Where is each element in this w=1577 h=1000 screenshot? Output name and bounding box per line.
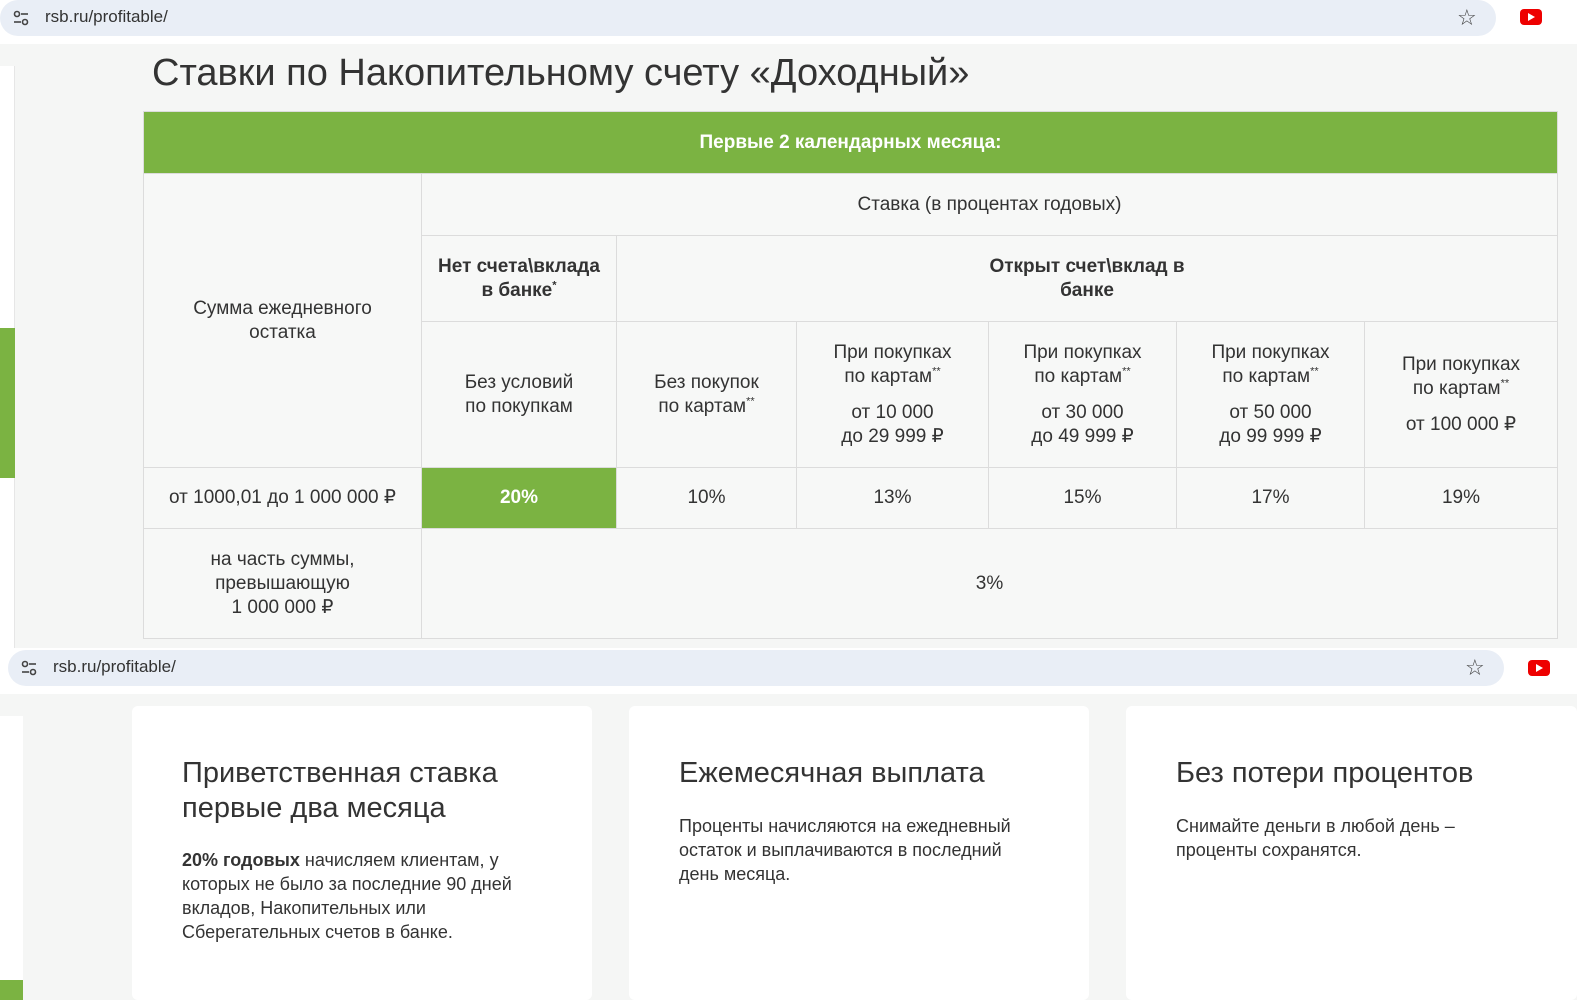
feature-card-welcome-rate: Приветственная ставка первые два месяца … <box>132 706 592 1000</box>
browser-toolbar-top: rsb.ru/profitable/ ☆ <box>0 0 1577 44</box>
feature-card-monthly-payout: Ежемесячная выплата Проценты начисляются… <box>629 706 1089 1000</box>
star-icon[interactable]: ☆ <box>1457 6 1477 31</box>
open-account-header: Открыт счет\вклад в банке <box>616 235 1558 322</box>
tune-icon[interactable] <box>12 9 30 27</box>
rate-cell: 13% <box>796 467 989 529</box>
side-panel-edge <box>0 66 15 648</box>
youtube-icon[interactable] <box>1528 660 1550 676</box>
tune-icon[interactable] <box>20 659 38 677</box>
condition-cell: При покупках по картам** от 10 000 до 29… <box>796 321 989 468</box>
card-text: 20% годовых начисляем клиентам, у которы… <box>182 850 512 942</box>
condition-cell: При покупках по картам** от 50 000 до 99… <box>1176 321 1365 468</box>
page-title: Ставки по Накопительному счету «Доходный… <box>152 52 970 94</box>
condition-cell: При покупках по картам** от 30 000 до 49… <box>988 321 1177 468</box>
card-title: Без потери процентов <box>1176 757 1474 789</box>
no-account-header: Нет счета\вклада в банке* <box>421 235 617 322</box>
youtube-icon[interactable] <box>1520 9 1542 25</box>
browser-toolbar-bottom: rsb.ru/profitable/ ☆ <box>0 648 1577 694</box>
side-panel-edge <box>0 716 23 1000</box>
feature-card-no-interest-loss: Без потери процентов Снимайте деньги в л… <box>1126 706 1577 1000</box>
condition-cell: Без условий по покупкам <box>421 321 617 468</box>
rate-cell: 17% <box>1176 467 1365 529</box>
table-row: от 1000,01 до 1 000 000 ₽ 20% 10% 13% 15… <box>143 467 1558 529</box>
rate-header: Ставка (в процентах годовых) <box>421 173 1558 236</box>
side-panel-accent <box>0 328 15 478</box>
rate-cell: 10% <box>616 467 797 529</box>
card-title: Ежемесячная выплата <box>679 757 985 789</box>
rate-cell: 15% <box>988 467 1177 529</box>
period-header: Первые 2 календарных месяца: <box>143 111 1558 174</box>
row-label: от 1000,01 до 1 000 000 ₽ <box>143 467 422 529</box>
condition-cell: Без покупок по картам** <box>616 321 797 468</box>
rate-cell: 3% <box>421 528 1558 639</box>
amount-header: Сумма ежедневного остатка <box>143 173 422 468</box>
rate-cell-highlight: 20% <box>421 467 617 529</box>
card-text: Проценты начисляются на ежедневный остат… <box>679 816 1011 884</box>
url-text[interactable]: rsb.ru/profitable/ <box>53 657 176 677</box>
card-title: Приветственная ставка первые два месяца <box>182 757 498 824</box>
address-bar[interactable]: rsb.ru/profitable/ ☆ <box>8 650 1504 686</box>
rate-cell: 19% <box>1364 467 1558 529</box>
address-bar[interactable]: rsb.ru/profitable/ ☆ <box>0 0 1496 36</box>
condition-cell: При покупках по картам** от 100 000 ₽ <box>1364 321 1558 468</box>
card-text: Снимайте деньги в любой день – проценты … <box>1176 816 1455 860</box>
star-icon[interactable]: ☆ <box>1465 656 1485 681</box>
row-label: на часть суммы, превышающую 1 000 000 ₽ <box>143 528 422 639</box>
rates-table: Первые 2 календарных месяца: Сумма ежедн… <box>143 111 1558 639</box>
table-row: на часть суммы, превышающую 1 000 000 ₽ … <box>143 528 1558 639</box>
side-panel-accent <box>0 980 23 1000</box>
url-text[interactable]: rsb.ru/profitable/ <box>45 7 168 27</box>
